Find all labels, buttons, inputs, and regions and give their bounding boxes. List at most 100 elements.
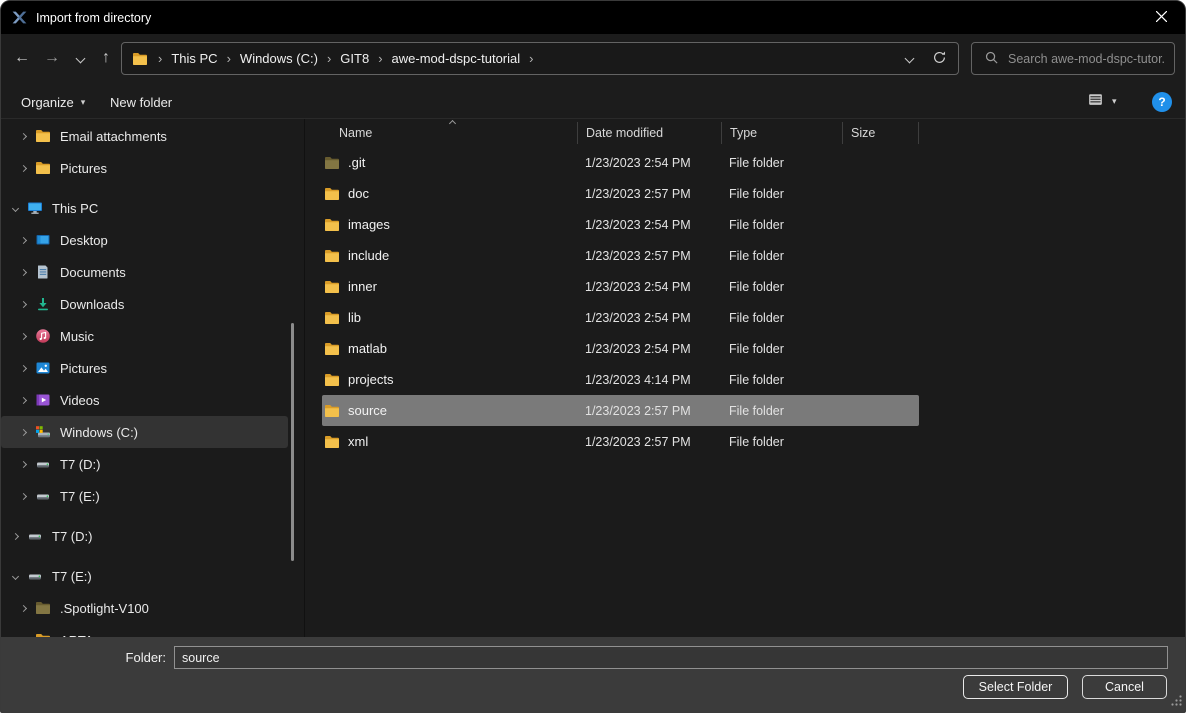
sidebar-item-downloads[interactable]: Downloads — [1, 288, 288, 320]
folder-icon — [324, 372, 340, 388]
search-box[interactable] — [971, 42, 1175, 75]
sidebar-item-t7-d[interactable]: T7 (D:) — [1, 448, 288, 480]
sidebar-item-windows-c[interactable]: Windows (C:) — [1, 416, 288, 448]
file-type: File folder — [721, 373, 842, 387]
folder-icon — [324, 217, 340, 233]
column-header-size[interactable]: Size — [842, 122, 919, 144]
close-button[interactable] — [1138, 1, 1185, 34]
chevron-right-icon[interactable] — [15, 366, 32, 371]
sidebar-item-label: Videos — [60, 393, 100, 408]
chevron-right-icon[interactable] — [15, 606, 32, 611]
breadcrumb-item-git8[interactable]: GIT8 — [334, 48, 375, 69]
file-row-matlab[interactable]: matlab1/23/2023 2:54 PMFile folder — [322, 333, 919, 364]
sidebar-item-pictures[interactable]: Pictures — [1, 152, 288, 184]
chevron-right-icon[interactable] — [15, 270, 32, 275]
folder-dim-icon — [35, 600, 52, 616]
file-name: inner — [348, 279, 377, 294]
file-row-xml[interactable]: xml1/23/2023 2:57 PMFile folder — [322, 426, 919, 457]
chevron-right-icon[interactable] — [15, 334, 32, 339]
sidebar-item-documents[interactable]: Documents — [1, 256, 288, 288]
chevron-right-icon[interactable] — [15, 494, 32, 499]
sidebar-scrollbar-thumb[interactable] — [291, 323, 294, 561]
file-date-modified: 1/23/2023 2:54 PM — [577, 342, 721, 356]
recent-locations-button[interactable] — [67, 44, 93, 72]
sidebar-item-label: Pictures — [60, 161, 107, 176]
organize-button[interactable]: Organize ▾ — [12, 89, 94, 115]
chevron-down-icon[interactable] — [7, 574, 24, 579]
file-row-doc[interactable]: doc1/23/2023 2:57 PMFile folder — [322, 178, 919, 209]
resize-grip[interactable] — [1170, 694, 1183, 710]
folder-icon — [132, 51, 149, 67]
breadcrumb-separator: › — [375, 51, 385, 66]
sidebar-item-pictures[interactable]: Pictures — [1, 352, 288, 384]
chevron-right-icon[interactable] — [15, 462, 32, 467]
file-date-modified: 1/23/2023 2:57 PM — [577, 435, 721, 449]
chevron-right-icon[interactable] — [15, 398, 32, 403]
help-button[interactable]: ? — [1152, 92, 1172, 112]
desktop-icon — [35, 232, 52, 248]
forward-button[interactable]: → — [39, 44, 65, 72]
chevron-right-icon[interactable] — [15, 430, 32, 435]
breadcrumb-item-this-pc[interactable]: This PC — [165, 48, 223, 69]
file-date-modified: 1/23/2023 2:54 PM — [577, 156, 721, 170]
sidebar-item-t7-e[interactable]: T7 (E:) — [1, 560, 288, 592]
column-header-type[interactable]: Type — [721, 122, 842, 144]
breadcrumb-separator: › — [224, 51, 234, 66]
sidebar-item-email-attachments[interactable]: Email attachments — [1, 120, 288, 152]
sidebar-item-label: .Spotlight-V100 — [60, 601, 149, 616]
caret-down-icon: ▾ — [81, 97, 86, 108]
chevron-down-icon[interactable] — [7, 206, 24, 211]
window-title: Import from directory — [36, 11, 151, 25]
file-row-include[interactable]: include1/23/2023 2:57 PMFile folder — [322, 240, 919, 271]
chevron-right-icon[interactable] — [15, 166, 32, 171]
sidebar-item-this-pc[interactable]: This PC — [1, 192, 288, 224]
address-dropdown-button[interactable] — [894, 46, 924, 72]
chevron-right-icon[interactable] — [7, 534, 24, 539]
chevron-right-icon[interactable] — [15, 302, 32, 307]
breadcrumb-item-awe-mod-dspc-tutorial[interactable]: awe-mod-dspc-tutorial — [386, 48, 527, 69]
change-view-button[interactable]: ▾ — [1087, 91, 1117, 111]
back-button[interactable]: ← — [9, 44, 35, 72]
breadcrumb-item-windows-c[interactable]: Windows (C:) — [234, 48, 324, 69]
app-logo-icon — [11, 9, 28, 26]
windows-drive-icon — [35, 424, 52, 440]
file-type: File folder — [721, 187, 842, 201]
file-type: File folder — [721, 156, 842, 170]
sidebar-item-spotlight-v100[interactable]: .Spotlight-V100 — [1, 592, 288, 624]
folder-name-input[interactable] — [174, 646, 1168, 669]
select-folder-button[interactable]: Select Folder — [963, 675, 1068, 699]
file-row-source[interactable]: source1/23/2023 2:57 PMFile folder — [322, 395, 919, 426]
sidebar-tree: Email attachmentsPicturesThis PCDesktopD… — [1, 120, 303, 639]
address-bar[interactable]: › This PC›Windows (C:)›GIT8›awe-mod-dspc… — [121, 42, 959, 75]
sidebar-item-music[interactable]: Music — [1, 320, 288, 352]
sidebar-item-t7-e[interactable]: T7 (E:) — [1, 480, 288, 512]
search-input[interactable] — [1008, 52, 1166, 66]
new-folder-button[interactable]: New folder — [101, 89, 181, 115]
drive-icon — [27, 528, 44, 544]
refresh-icon — [932, 50, 947, 68]
music-icon — [35, 328, 52, 344]
sidebar-item-desktop[interactable]: Desktop — [1, 224, 288, 256]
chevron-down-icon — [904, 54, 914, 64]
dialog-footer: Folder: Select Folder Cancel — [1, 637, 1185, 712]
cancel-button[interactable]: Cancel — [1082, 675, 1167, 699]
close-icon — [1156, 10, 1167, 25]
chevron-right-icon[interactable] — [15, 238, 32, 243]
up-button[interactable]: ↑ — [93, 44, 119, 72]
chevron-right-icon[interactable] — [15, 134, 32, 139]
column-header-date-modified[interactable]: Date modified — [577, 122, 721, 144]
this-pc-icon — [27, 200, 44, 216]
refresh-button[interactable] — [924, 46, 954, 72]
file-row-lib[interactable]: lib1/23/2023 2:54 PMFile folder — [322, 302, 919, 333]
file-row-inner[interactable]: inner1/23/2023 2:54 PMFile folder — [322, 271, 919, 302]
organize-label: Organize — [21, 95, 74, 110]
sidebar-item-label: T7 (E:) — [52, 569, 92, 584]
breadcrumb-separator: › — [324, 51, 334, 66]
sidebar-item-videos[interactable]: Videos — [1, 384, 288, 416]
sidebar-item-label: This PC — [52, 201, 98, 216]
file-row-projects[interactable]: projects1/23/2023 4:14 PMFile folder — [322, 364, 919, 395]
file-row-images[interactable]: images1/23/2023 2:54 PMFile folder — [322, 209, 919, 240]
file-row-git[interactable]: .git1/23/2023 2:54 PMFile folder — [322, 147, 919, 178]
sidebar-item-t7-d[interactable]: T7 (D:) — [1, 520, 288, 552]
caret-down-icon: ▾ — [1112, 96, 1117, 107]
